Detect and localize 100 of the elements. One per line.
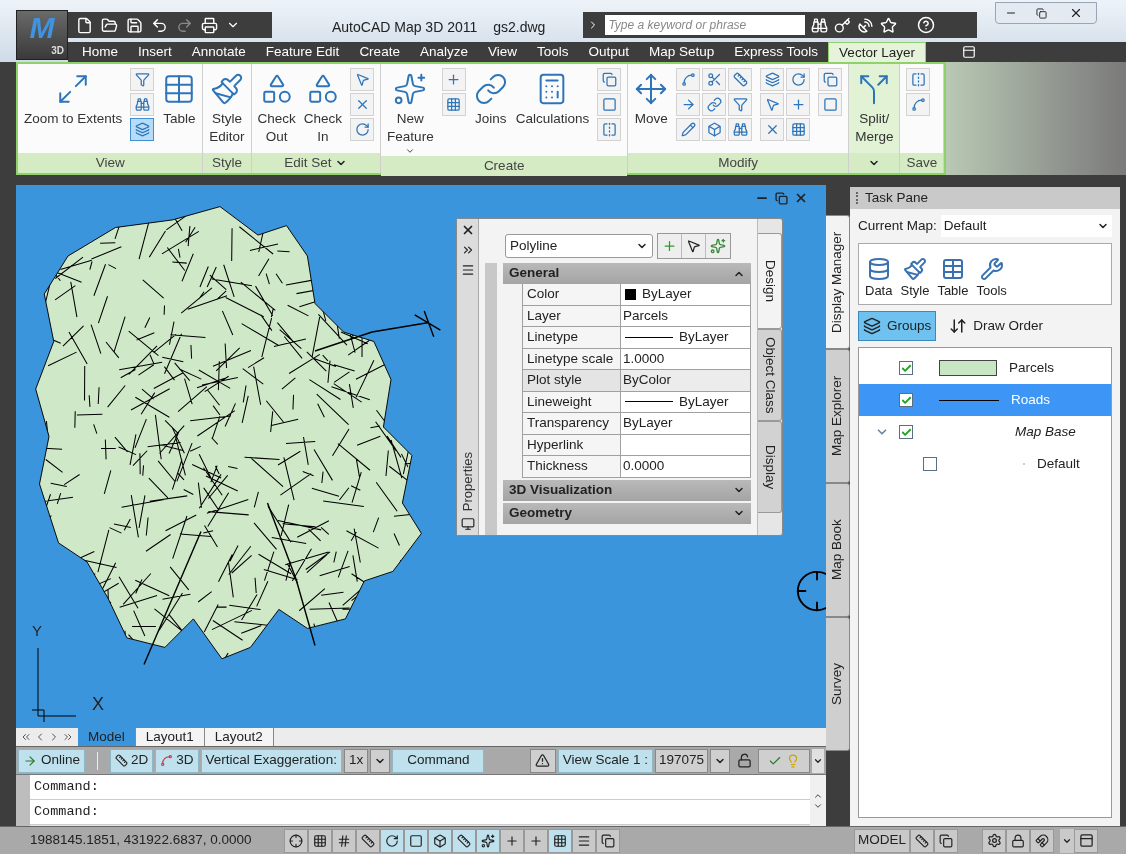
menu-icon[interactable] [460, 263, 475, 277]
tool-button[interactable] [728, 118, 753, 141]
ribbon-tab[interactable]: Tools [526, 42, 579, 62]
ribbon-tab[interactable]: Output [578, 42, 639, 62]
ribbon-button[interactable]: Zoom to Extents [22, 68, 125, 128]
ribbon-button[interactable]: New Feature [385, 68, 436, 156]
ribbon-button[interactable]: Calculations [513, 68, 592, 128]
ribbon-button[interactable]: Check Out [255, 68, 298, 146]
binoculars-icon[interactable] [811, 16, 829, 34]
task-pane-side-tab[interactable]: Map Book [826, 483, 850, 617]
ribbon-tab[interactable]: Vector Layer [828, 42, 926, 62]
view-scale-field[interactable]: 197075 [654, 748, 708, 773]
checkbox[interactable] [923, 457, 937, 471]
checkbox[interactable] [899, 425, 913, 439]
tool-button[interactable] [702, 93, 727, 116]
ribbon-button[interactable]: Style Editor [207, 68, 247, 146]
last-layout-icon[interactable] [62, 731, 74, 743]
ribbon-tab[interactable]: Create [349, 42, 410, 62]
drafting-toggle[interactable] [404, 828, 428, 853]
tool-button[interactable] [441, 93, 466, 116]
task-tool-button[interactable]: Style [900, 256, 930, 300]
layout-tab[interactable]: Layout2 [204, 728, 274, 746]
layer-row[interactable]: Parcels [859, 352, 1111, 384]
checkbox[interactable] [899, 393, 913, 407]
ribbon-toggle-icon[interactable] [961, 45, 976, 59]
tool-button[interactable] [818, 68, 843, 91]
tool-button[interactable] [906, 68, 931, 91]
tool-button[interactable] [597, 118, 622, 141]
tool-button[interactable] [350, 93, 375, 116]
exaggeration-field[interactable]: 1x [343, 748, 369, 773]
dropdown-button[interactable] [370, 748, 391, 773]
drafting-toggle[interactable] [428, 828, 452, 853]
current-map-dropdown[interactable]: Default [940, 215, 1112, 237]
warning-button[interactable] [529, 748, 556, 773]
task-tool-button[interactable]: Table [937, 256, 969, 300]
ribbon-tab[interactable]: Insert [128, 42, 182, 62]
ribbon-tab[interactable]: Analyze [409, 42, 478, 62]
tool-button[interactable] [760, 118, 785, 141]
drafting-toggle[interactable] [596, 828, 620, 853]
tool-button[interactable] [728, 93, 753, 116]
tool-button[interactable] [597, 68, 622, 91]
section-header[interactable]: Geometry [503, 502, 751, 524]
tool-button[interactable] [676, 118, 701, 141]
model-space-button[interactable]: MODEL [854, 828, 910, 853]
tool-button[interactable] [350, 118, 375, 141]
tool-button[interactable] [760, 68, 785, 91]
ribbon-button[interactable]: Table [160, 68, 199, 128]
tool-button[interactable] [702, 118, 727, 141]
tool-button[interactable] [676, 93, 701, 116]
drafting-toggle[interactable] [476, 828, 500, 853]
layer-row[interactable]: Map Base [859, 416, 1111, 448]
drafting-toggle[interactable] [524, 828, 548, 853]
dropdown-button[interactable] [1060, 828, 1074, 853]
star-icon[interactable] [880, 16, 898, 34]
save-icon[interactable] [126, 16, 143, 34]
tool-button[interactable] [818, 93, 843, 116]
help-icon[interactable] [917, 16, 936, 34]
viewports-button[interactable] [934, 828, 958, 853]
settings-button[interactable] [982, 828, 1006, 853]
task-tool-button[interactable]: Data [865, 256, 893, 300]
tool-button[interactable] [130, 68, 155, 91]
tool-button[interactable] [702, 68, 727, 91]
view-mode-button[interactable]: Groups [858, 311, 937, 341]
tool-button[interactable] [441, 68, 466, 91]
drafting-toggle[interactable] [332, 828, 356, 853]
tool-button[interactable] [676, 68, 701, 91]
restore-icon[interactable] [775, 191, 788, 205]
drafting-toggle[interactable] [452, 828, 476, 853]
checkbox[interactable] [899, 361, 913, 375]
dropdown-button[interactable] [812, 748, 824, 773]
key-icon[interactable] [834, 16, 852, 34]
object-type-dropdown[interactable]: Polyline [505, 234, 653, 258]
tool-button[interactable] [906, 93, 931, 116]
ribbon-tab[interactable]: Annotate [181, 42, 256, 62]
task-tool-button[interactable]: Tools [976, 256, 1007, 300]
tool-button[interactable] [760, 93, 785, 116]
section-header[interactable]: 3D Visualization [503, 479, 751, 501]
lock-button[interactable] [1006, 828, 1030, 853]
clean-screen-button[interactable] [1074, 828, 1098, 853]
printer-icon[interactable] [201, 16, 218, 34]
palette-side-tab[interactable]: Display [758, 421, 782, 513]
redo-icon[interactable] [176, 16, 193, 34]
view-2d-button[interactable]: 2D [110, 748, 154, 773]
close-icon[interactable] [794, 191, 808, 205]
undo-icon[interactable] [151, 16, 168, 34]
ribbon-tab[interactable]: View [477, 42, 527, 62]
palette-side-tab[interactable]: Design [758, 233, 782, 329]
ribbon-button[interactable]: Check In [301, 68, 345, 146]
dropdown-button[interactable] [710, 748, 730, 773]
online-button[interactable]: Online [18, 748, 86, 773]
ribbon-button[interactable]: Joins [471, 68, 510, 128]
tool-button[interactable] [130, 93, 155, 116]
drafting-toggle[interactable] [356, 828, 380, 853]
drafting-toggle[interactable] [572, 828, 596, 853]
ribbon-tab[interactable]: Home [72, 42, 128, 62]
drafting-toggle[interactable] [548, 828, 572, 853]
first-layout-icon[interactable] [20, 731, 32, 743]
tool-button[interactable] [786, 93, 811, 116]
ribbon-button[interactable]: Split/ Merge [853, 68, 896, 146]
section-header[interactable]: General [503, 263, 751, 284]
